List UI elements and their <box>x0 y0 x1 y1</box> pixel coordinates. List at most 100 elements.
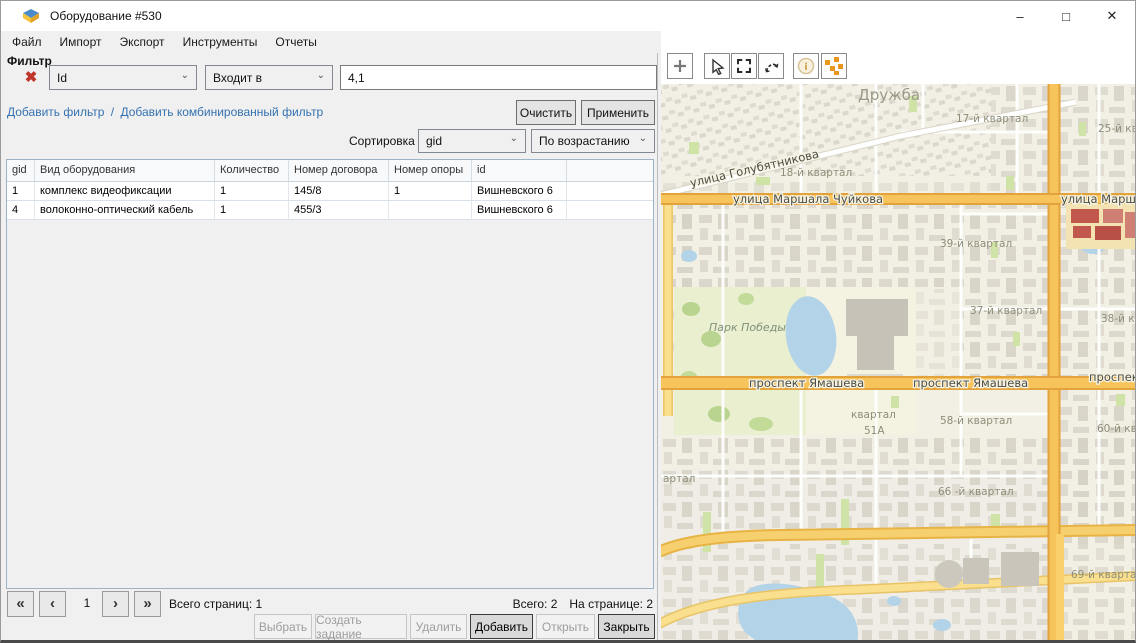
close-dialog-button[interactable]: Закрыть <box>598 614 655 639</box>
on-page-label: На странице: 2 <box>569 597 653 611</box>
add-button[interactable]: Добавить <box>470 614 533 639</box>
map-label-q38: 38-й к <box>1101 313 1135 325</box>
map-canvas[interactable]: Дружба 17-й квартал 25-й кв улица Голубя… <box>661 84 1136 643</box>
cell-filler <box>567 201 653 219</box>
chevron-down-icon: ⌄ <box>639 134 647 144</box>
map-label-district: Дружба <box>858 86 920 104</box>
filter-value-input[interactable] <box>340 65 657 90</box>
crosshair-add-icon[interactable] <box>667 53 693 79</box>
cell-id: Вишневского 6 <box>472 201 567 219</box>
cell-gid: 1 <box>7 182 35 200</box>
menu-reports[interactable]: Отчеты <box>266 32 325 52</box>
current-page: 1 <box>75 596 99 610</box>
cell-contract: 145/8 <box>289 182 389 200</box>
column-header-id[interactable]: id <box>472 160 567 181</box>
app-window: Оборудование #530 – □ ✕ Файл Импорт Эксп… <box>0 0 1136 643</box>
map-label-q17: 17-й квартал <box>956 113 1028 125</box>
cell-id: Вишневского 6 <box>472 182 567 200</box>
cell-quantity: 1 <box>215 201 289 219</box>
chevron-down-icon: ⌄ <box>317 71 325 81</box>
table-row[interactable]: 4 волоконно-оптический кабель 1 455/3 Ви… <box>7 201 653 220</box>
cell-pole <box>389 201 472 219</box>
column-header-type[interactable]: Вид оборудования <box>35 160 215 181</box>
map-label-q51-line2: 51А <box>864 425 885 437</box>
menu-import[interactable]: Импорт <box>51 32 111 52</box>
menu-file[interactable]: Файл <box>3 32 51 52</box>
cell-pole: 1 <box>389 182 472 200</box>
filter-field-value: Id <box>57 71 67 85</box>
map-label-q39: 39-й квартал <box>940 238 1012 250</box>
cursor-select-icon[interactable] <box>704 53 730 79</box>
prev-page-button[interactable]: ‹ <box>39 591 66 617</box>
total-pages-label: Всего страниц: 1 <box>169 597 262 611</box>
map-label-q66: 66 -й квартал <box>938 486 1014 498</box>
next-page-button[interactable]: › <box>102 591 129 617</box>
column-header-gid[interactable]: gid <box>7 160 35 181</box>
cell-gid: 4 <box>7 201 35 219</box>
map-label-q25: 25-й кв <box>1098 123 1136 135</box>
map-label-q-left-cut: артал <box>663 473 695 485</box>
filter-field-dropdown[interactable]: Id ⌄ <box>49 65 197 90</box>
select-button: Выбрать <box>254 614 312 639</box>
map-label-park: Парк Победы <box>709 321 786 334</box>
map-label-q51-line1: квартал <box>851 409 896 421</box>
cell-type: волоконно-оптический кабель <box>35 201 215 219</box>
cell-type: комплекс видеофиксации <box>35 182 215 200</box>
map-panel: i <box>661 31 1136 643</box>
window-title: Оборудование #530 <box>50 9 162 23</box>
filter-operator-value: Входит в <box>213 71 262 85</box>
filter-operator-dropdown[interactable]: Входит в ⌄ <box>205 65 333 90</box>
filter-links: Добавить фильтр / Добавить комбинированн… <box>7 105 323 119</box>
app-icon <box>22 8 40 24</box>
map-label-q69: 69-й кварта <box>1071 569 1136 581</box>
fit-extent-icon[interactable] <box>821 53 847 79</box>
sort-field-value: gid <box>426 134 442 148</box>
column-header-pole[interactable]: Номер опоры <box>389 160 472 181</box>
add-filter-link[interactable]: Добавить фильтр <box>7 105 104 119</box>
menu-bar: Файл Импорт Экспорт Инструменты Отчеты <box>1 31 658 53</box>
close-button[interactable]: ✕ <box>1089 1 1135 31</box>
cell-contract: 455/3 <box>289 201 389 219</box>
menu-tools[interactable]: Инструменты <box>174 32 267 52</box>
open-button: Открыть <box>536 614 595 639</box>
minimize-button[interactable]: – <box>997 1 1043 31</box>
first-page-button[interactable]: « <box>7 591 34 617</box>
chevron-down-icon: ⌄ <box>181 71 189 81</box>
map-label-yamasheva-2: проспект Ямашева <box>913 376 1028 390</box>
column-header-quantity[interactable]: Количество <box>215 160 289 181</box>
rect-select-icon[interactable] <box>731 53 757 79</box>
data-panel: Фильтр ✖ Id ⌄ Входит в ⌄ Добавить фильтр… <box>1 53 658 643</box>
sort-field-dropdown[interactable]: gid ⌄ <box>418 129 526 153</box>
remove-filter-icon[interactable]: ✖ <box>21 67 41 87</box>
menu-export[interactable]: Экспорт <box>110 32 173 52</box>
column-header-contract[interactable]: Номер договора <box>289 160 389 181</box>
title-bar: Оборудование #530 – □ ✕ <box>1 1 1135 31</box>
svg-text:i: i <box>804 62 807 73</box>
map-label-yamasheva-1: проспект Ямашева <box>749 376 864 390</box>
delete-button: Удалить <box>410 614 467 639</box>
add-combined-filter-link[interactable]: Добавить комбинированный фильтр <box>120 105 323 119</box>
apply-button[interactable]: Применить <box>581 100 655 125</box>
last-page-button[interactable]: » <box>134 591 161 617</box>
cell-quantity: 1 <box>215 182 289 200</box>
table-row[interactable]: 1 комплекс видеофиксации 1 145/8 1 Вишне… <box>7 182 653 201</box>
maximize-button[interactable]: □ <box>1043 1 1089 31</box>
map-toolbar: i <box>667 53 847 79</box>
sort-direction-dropdown[interactable]: По возрастанию ⌄ <box>531 129 655 153</box>
sort-direction-value: По возрастанию <box>539 134 630 148</box>
column-header-filler <box>567 160 653 181</box>
chevron-down-icon: ⌄ <box>510 134 518 144</box>
filter-section-label: Фильтр <box>7 54 52 68</box>
curve-select-icon[interactable] <box>758 53 784 79</box>
map-label-q18: 18-й квартал <box>780 167 852 179</box>
info-icon[interactable]: i <box>793 53 819 79</box>
map-label-q37: 37-й квартал <box>970 305 1042 317</box>
table-header: gid Вид оборудования Количество Номер до… <box>7 160 653 182</box>
total-records-label: Всего: 2 <box>513 597 558 611</box>
map-label-yamasheva-right: проспект Я <box>1089 370 1136 384</box>
map-label-q60: 60-й кв <box>1097 423 1136 435</box>
map-label-chuikova: улица Маршала Чуйкова <box>733 192 883 206</box>
map-label-chuikova-right: улица Марш <box>1061 192 1136 206</box>
clear-button[interactable]: Очистить <box>516 100 576 125</box>
link-separator: / <box>108 105 117 119</box>
